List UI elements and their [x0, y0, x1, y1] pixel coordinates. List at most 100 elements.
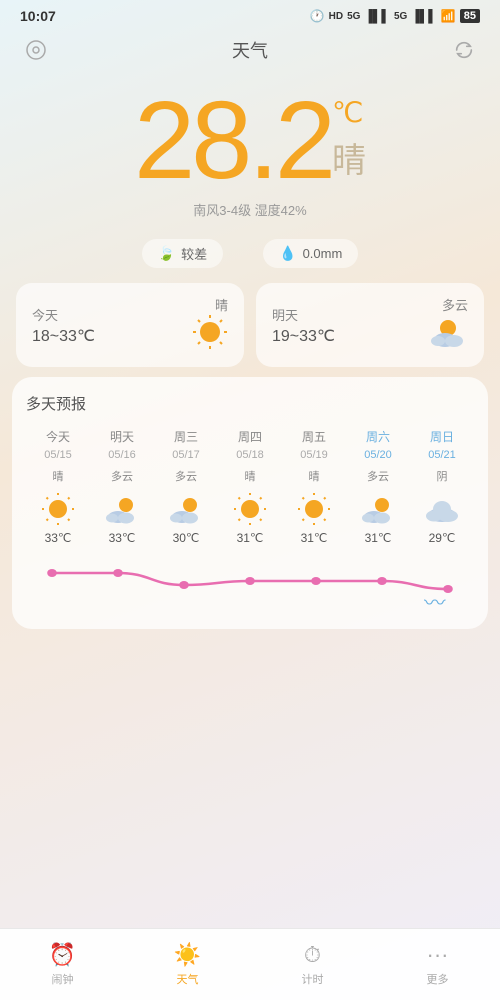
nav-weather[interactable]: ☀️ 天气 [125, 934, 250, 995]
fc-temp-4: 31℃ [301, 531, 328, 545]
signal-bars2-icon: ▐▌▌ [411, 9, 437, 23]
today-weather-label: 晴 [192, 295, 228, 314]
signal-5g-icon: 5G [347, 11, 360, 22]
info-row: 🍃 较差 💧 0.0mm [0, 229, 500, 278]
nav-alarm-label: 闹钟 [52, 971, 74, 987]
weather-main: 28.2 ℃ 晴 南风3-4级 湿度42% [0, 76, 500, 224]
forecast-card: 多天预报 今天05/15晴 33℃明天05/16多云 33℃周三05/17多云 [12, 377, 488, 629]
hd-icon: HD [329, 11, 343, 22]
nav-timer[interactable]: ⏱ 计时 [250, 934, 375, 995]
fc-icon-5 [360, 491, 396, 527]
fc-icon-1 [104, 491, 140, 527]
tomorrow-right: 多云 [428, 295, 468, 355]
page-title: 天气 [52, 37, 448, 63]
fc-desc-3: 晴 [245, 465, 256, 487]
fc-date-4: 05/19 [300, 449, 328, 461]
fc-day-3: 周四 [238, 428, 262, 445]
fc-day-1: 明天 [110, 428, 134, 445]
fc-desc-4: 晴 [309, 465, 320, 487]
wifi-icon: 📶 [441, 9, 456, 23]
location-button[interactable] [20, 34, 52, 66]
fc-date-5: 05/20 [364, 449, 392, 461]
fc-icon-3 [234, 491, 266, 527]
timer-icon: ⏱ [304, 942, 321, 968]
fc-temp-3: 31℃ [237, 531, 264, 545]
fc-day-2: 周三 [174, 428, 198, 445]
temperature-display: 28.2 ℃ 晴 [20, 86, 480, 196]
today-sun-icon [192, 314, 228, 350]
weather-icon: ☀️ [174, 942, 201, 968]
signal-bars-icon: ▐▌▌ [364, 9, 390, 23]
fc-day-4: 周五 [302, 428, 326, 445]
battery-indicator: 85 [460, 9, 480, 23]
today-label: 今天 [32, 305, 95, 324]
weather-description: 晴 [332, 133, 366, 182]
fc-desc-6: 阴 [437, 465, 448, 487]
tomorrow-weather-label: 多云 [428, 295, 468, 314]
tomorrow-label: 明天 [272, 305, 335, 324]
status-time: 10:07 [20, 8, 56, 24]
fc-temp-1: 33℃ [109, 531, 136, 545]
alarm-icon: ⏰ [49, 942, 76, 968]
fc-desc-1: 多云 [111, 465, 133, 487]
droplet-icon: 💧 [279, 245, 296, 262]
today-temp: 18~33℃ [32, 326, 95, 346]
nav-alarm[interactable]: ⏰ 闹钟 [0, 934, 125, 995]
fc-date-1: 05/16 [108, 449, 136, 461]
rain-item: 💧 0.0mm [263, 239, 358, 268]
fc-icon-0 [42, 491, 74, 527]
nav-more[interactable]: ··· 更多 [375, 934, 500, 995]
fc-date-6: 05/21 [428, 449, 456, 461]
fc-temp-0: 33℃ [45, 531, 72, 545]
fc-temp-2: 30℃ [173, 531, 200, 545]
refresh-button[interactable] [448, 34, 480, 66]
fc-desc-0: 晴 [53, 465, 64, 487]
today-card: 今天 18~33℃ 晴 [16, 283, 244, 367]
tomorrow-card: 明天 19~33℃ 多云 [256, 283, 484, 367]
fc-temp-5: 31℃ [365, 531, 392, 545]
fc-icon-2 [168, 491, 204, 527]
fc-desc-5: 多云 [367, 465, 389, 487]
aqi-item: 🍃 较差 [142, 239, 223, 268]
chart-svg: 〰 [40, 551, 460, 611]
tomorrow-card-left: 明天 19~33℃ [272, 305, 335, 346]
forecast-col-4: 周五 05/19 晴 31℃ [282, 428, 346, 545]
celsius-symbol: ℃ [332, 96, 363, 129]
more-icon: ··· [427, 942, 449, 968]
signal-5g2-icon: 5G [394, 11, 407, 22]
forecast-col-5: 周六 05/20 多云 31℃ [346, 428, 410, 545]
header: 天气 [0, 28, 500, 76]
nav-timer-label: 计时 [302, 971, 324, 987]
temperature-chart: 〰 [26, 545, 474, 615]
fc-date-0: 05/15 [44, 449, 72, 461]
tomorrow-cloud-icon [428, 314, 468, 350]
forecast-col-6: 周日 05/21 阴 29℃ [410, 428, 474, 545]
svg-text:〰: 〰 [424, 594, 446, 611]
status-icons: 🕐 HD 5G ▐▌▌ 5G ▐▌▌ 📶 85 [310, 9, 480, 23]
fc-day-6: 周日 [430, 428, 454, 445]
wind-humidity-info: 南风3-4级 湿度42% [20, 200, 480, 219]
forecast-grid: 今天05/15晴 33℃明天05/16多云 33℃周三05/17多云 30℃周 [26, 428, 474, 545]
tomorrow-temp: 19~33℃ [272, 326, 335, 346]
fc-temp-6: 29℃ [429, 531, 456, 545]
today-right: 晴 [192, 295, 228, 355]
aqi-value: 较差 [181, 244, 207, 263]
forecast-col-1: 明天 05/16 多云 33℃ [90, 428, 154, 545]
rainfall-value: 0.0mm [303, 246, 343, 261]
fc-day-0: 今天 [46, 428, 70, 445]
day-cards: 今天 18~33℃ 晴 明天 19~33℃ [0, 283, 500, 367]
forecast-col-0: 今天 05/15 晴 33℃ [26, 428, 90, 545]
temp-right-panel: ℃ 晴 [332, 86, 366, 182]
leaf-icon: 🍃 [158, 245, 175, 262]
fc-day-5: 周六 [366, 428, 390, 445]
forecast-col-3: 周四05/18晴 31℃ [218, 428, 282, 545]
today-card-left: 今天 18~33℃ [32, 305, 95, 346]
fc-date-2: 05/17 [172, 449, 200, 461]
temperature-value: 28.2 [134, 86, 332, 196]
nav-more-label: 更多 [427, 971, 449, 987]
clock-status-icon: 🕐 [310, 9, 325, 23]
status-bar: 10:07 🕐 HD 5G ▐▌▌ 5G ▐▌▌ 📶 85 [0, 0, 500, 28]
fc-desc-2: 多云 [175, 465, 197, 487]
bottom-nav: ⏰ 闹钟 ☀️ 天气 ⏱ 计时 ··· 更多 [0, 928, 500, 1000]
forecast-col-2: 周三 05/17 多云 30℃ [154, 428, 218, 545]
